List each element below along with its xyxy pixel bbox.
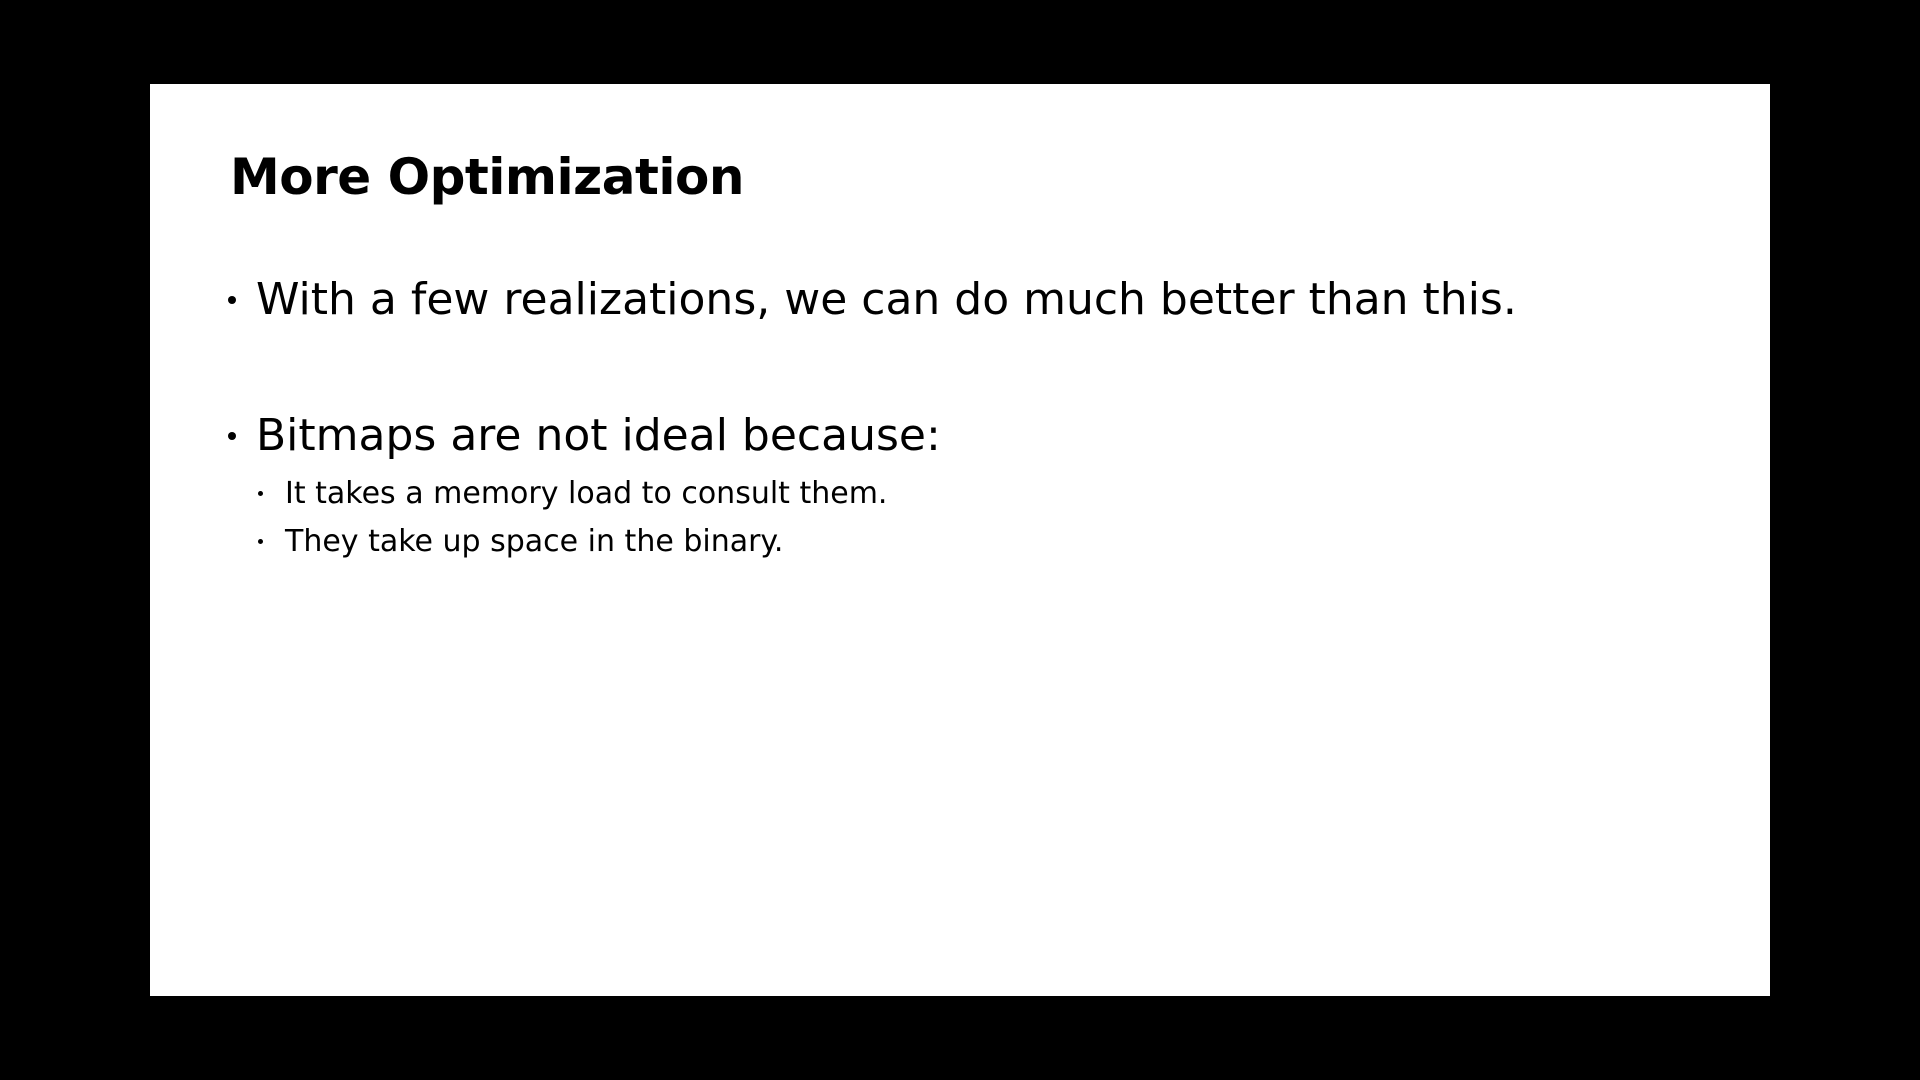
bullet-item: Bitmaps are not ideal because:	[228, 410, 941, 461]
slide-title: More Optimization	[230, 148, 745, 206]
bullet-dot-icon	[228, 431, 236, 440]
sub-bullet-text: They take up space in the binary.	[285, 524, 784, 559]
sub-bullet-item: It takes a memory load to consult them.	[258, 476, 887, 511]
bullet-dot-icon	[228, 295, 236, 304]
slide: More Optimization With a few realization…	[150, 84, 1770, 996]
bullet-text: With a few realizations, we can do much …	[256, 274, 1517, 325]
sub-bullet-item: They take up space in the binary.	[258, 524, 783, 559]
sub-bullet-dot-icon	[258, 539, 263, 544]
sub-bullet-text: It takes a memory load to consult them.	[285, 476, 888, 511]
bullet-item: With a few realizations, we can do much …	[228, 274, 1517, 325]
bullet-text: Bitmaps are not ideal because:	[256, 410, 941, 461]
sub-bullet-dot-icon	[258, 491, 263, 496]
